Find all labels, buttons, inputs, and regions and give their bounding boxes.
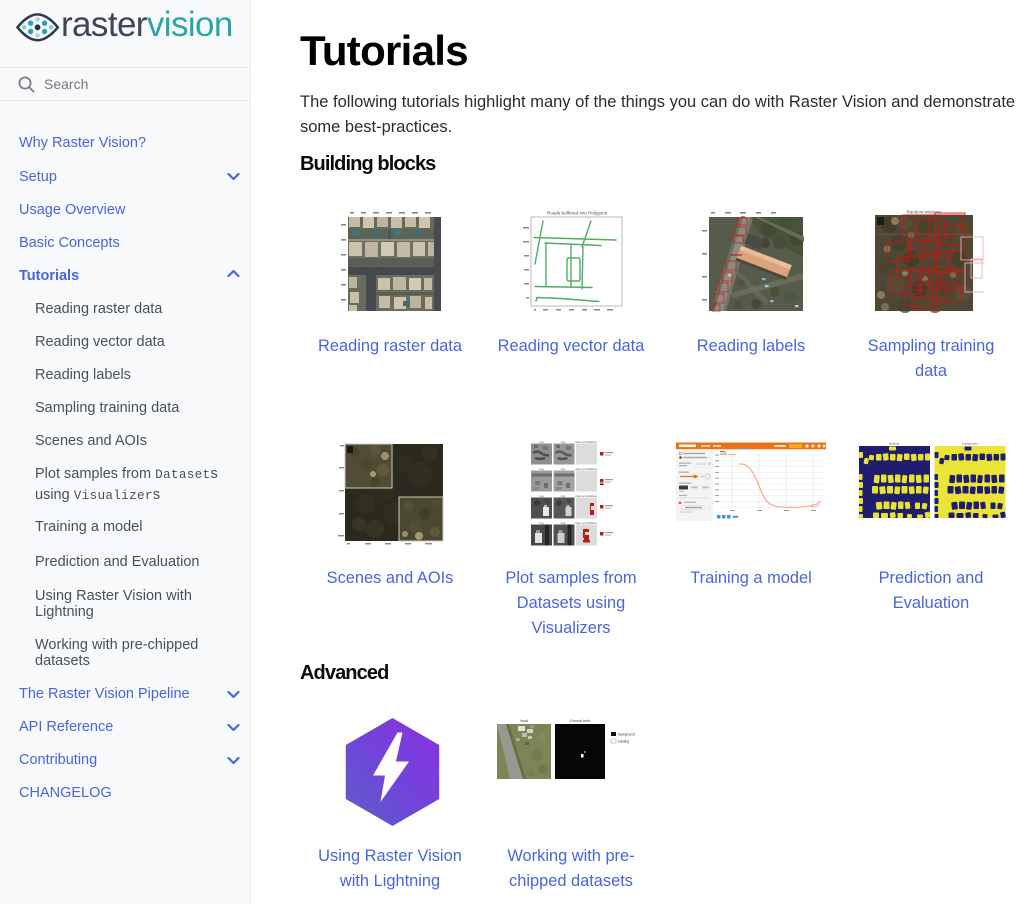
svg-text:img: img [539, 494, 544, 498]
svg-text:Ground truth: Ground truth [570, 719, 590, 723]
svg-text:background: background [618, 733, 635, 737]
svg-text:class probabilities: class probabilities [575, 441, 598, 444]
svg-text:building: building [889, 442, 900, 446]
svg-text:building: building [618, 740, 629, 744]
svg-text:img: img [561, 494, 566, 498]
svg-text:class probabilities: class probabilities [575, 494, 598, 498]
svg-text:Roads buffered into Polygons: Roads buffered into Polygons [547, 211, 608, 216]
svg-text:img: img [561, 521, 566, 525]
svg-text:img: img [539, 521, 544, 525]
svg-text:img: img [539, 441, 544, 444]
svg-text:Input: Input [520, 719, 528, 723]
svg-text:img: img [561, 441, 566, 444]
svg-text:img: img [561, 467, 566, 471]
svg-text:img: img [539, 467, 544, 471]
svg-text:background: background [962, 442, 978, 446]
svg-text:class probabilities: class probabilities [575, 521, 598, 525]
svg-text:class probabilities: class probabilities [575, 467, 598, 471]
svg-text:Random windows: Random windows [907, 210, 942, 215]
